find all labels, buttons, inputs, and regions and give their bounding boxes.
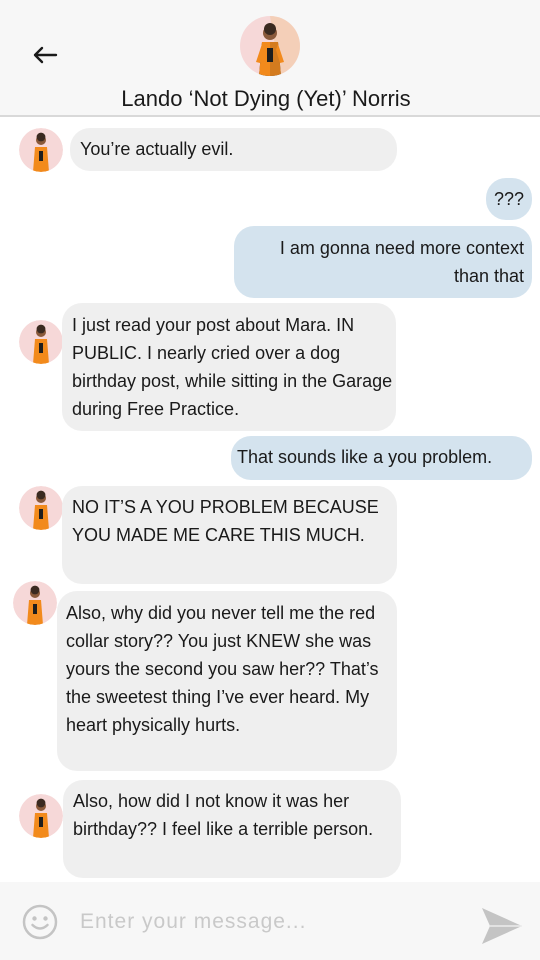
back-button[interactable] bbox=[30, 40, 60, 70]
message-text: Also, how did I not know it was her birt… bbox=[73, 791, 374, 839]
contact-avatar[interactable] bbox=[240, 16, 300, 76]
avatar-image bbox=[19, 794, 63, 838]
message-bubble[interactable]: NO IT’S A YOU PROBLEM BECAUSE YOU MADE M… bbox=[62, 486, 397, 584]
message-text: ??? bbox=[493, 189, 525, 209]
sender-avatar[interactable] bbox=[19, 486, 63, 530]
message-bubble[interactable]: That sounds like a you problem. bbox=[231, 436, 532, 480]
sender-avatar[interactable] bbox=[19, 128, 63, 172]
message-bubble[interactable]: ??? bbox=[486, 178, 532, 220]
message-input[interactable] bbox=[80, 906, 460, 938]
message-bubble[interactable]: Also, how did I not know it was her birt… bbox=[63, 780, 401, 878]
message-bubble[interactable]: I just read your post about Mara. IN PUB… bbox=[62, 303, 396, 431]
message-bubble[interactable]: You’re actually evil. bbox=[70, 128, 397, 171]
chat-header: Lando ‘Not Dying (Yet)’ Norris bbox=[0, 0, 540, 117]
message-text: NO IT’S A YOU PROBLEM BECAUSE YOU MADE M… bbox=[72, 497, 379, 545]
message-text: I am gonna need more context than that bbox=[279, 238, 524, 286]
message-composer bbox=[0, 882, 540, 960]
send-button[interactable] bbox=[480, 906, 524, 946]
sender-avatar[interactable] bbox=[13, 581, 57, 625]
avatar-image bbox=[19, 486, 63, 530]
sender-avatar[interactable] bbox=[19, 794, 63, 838]
avatar-image bbox=[13, 581, 57, 625]
avatar-image bbox=[19, 128, 63, 172]
avatar-image bbox=[240, 16, 300, 76]
sender-avatar[interactable] bbox=[19, 320, 63, 364]
smiley-icon bbox=[22, 904, 58, 940]
message-bubble[interactable]: I am gonna need more context than that bbox=[234, 226, 532, 298]
arrow-left-icon bbox=[33, 46, 58, 64]
send-icon bbox=[482, 908, 522, 944]
avatar-image bbox=[19, 320, 63, 364]
emoji-button[interactable] bbox=[22, 904, 58, 940]
message-text: That sounds like a you problem. bbox=[237, 447, 493, 467]
message-text: I just read your post about Mara. IN PUB… bbox=[72, 315, 393, 419]
message-text: Also, why did you never tell me the red … bbox=[66, 603, 379, 735]
contact-name[interactable]: Lando ‘Not Dying (Yet)’ Norris bbox=[0, 86, 532, 112]
message-bubble[interactable]: Also, why did you never tell me the red … bbox=[57, 591, 397, 771]
message-text: You’re actually evil. bbox=[80, 139, 234, 159]
